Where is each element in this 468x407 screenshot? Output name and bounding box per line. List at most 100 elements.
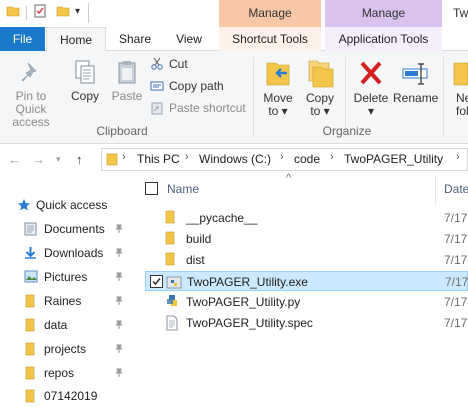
tab-shortcut-tools[interactable]: Shortcut Tools — [219, 27, 321, 51]
text-file-icon — [165, 315, 179, 334]
up-arrow-icon[interactable]: ↑ — [76, 152, 83, 167]
properties-icon[interactable] — [33, 4, 47, 21]
context-header-manage-application: Manage — [325, 0, 442, 27]
tab-share[interactable]: Share — [108, 27, 162, 51]
paste-label: Paste — [111, 89, 143, 103]
nav-item-downloads[interactable]: Downloads — [0, 242, 140, 264]
group-separator — [253, 57, 254, 137]
copy-button[interactable]: Copy — [66, 59, 104, 103]
file-name: TwoPAGER_Utility.exe — [187, 275, 308, 289]
breadcrumb-separator-icon[interactable]: › — [456, 151, 460, 163]
copy-path-button[interactable]: Copy path — [150, 77, 240, 95]
paste-button[interactable]: Paste — [108, 59, 146, 103]
nav-item-label: repos — [44, 366, 75, 380]
select-all-checkbox[interactable] — [145, 182, 158, 195]
file-name: __pycache__ — [186, 211, 258, 225]
back-arrow-icon[interactable]: ← — [8, 152, 21, 167]
file-name: TwoPAGER_Utility.spec — [186, 316, 313, 330]
nav-item-07142019[interactable]: 07142019 — [0, 385, 140, 407]
nav-item-label: Pictures — [44, 270, 88, 284]
delete-x-icon — [360, 61, 382, 85]
delete-dropdown-icon[interactable]: ▾ — [350, 105, 392, 118]
move-to-label-line2: to ▾ — [268, 104, 288, 118]
column-separator[interactable] — [435, 175, 436, 205]
copy-to-button[interactable]: Copy to ▾ — [301, 57, 339, 118]
nav-item-documents[interactable]: Documents — [0, 218, 140, 240]
pin-icon[interactable] — [115, 319, 123, 329]
delete-button[interactable]: Delete ▾ — [350, 57, 392, 118]
file-row-build[interactable]: build 7/17 — [145, 229, 468, 249]
folder-icon — [165, 252, 175, 269]
organize-group-label: Organize — [322, 124, 372, 138]
tab-home[interactable]: Home — [46, 27, 106, 52]
breadcrumb-separator-icon[interactable]: › — [185, 151, 189, 163]
paste-shortcut-button[interactable]: Paste shortcut — [150, 99, 250, 117]
breadcrumb-twopager-utility[interactable]: TwoPAGER_Utility — [344, 152, 443, 166]
breadcrumb-this-pc[interactable]: This PC — [137, 152, 180, 166]
documents-icon — [24, 222, 37, 239]
file-row-dist[interactable]: dist 7/17 — [145, 250, 468, 270]
pin-icon[interactable] — [115, 295, 123, 305]
forward-arrow-icon[interactable]: → — [32, 152, 45, 167]
rename-button[interactable]: Rename — [393, 57, 438, 105]
cut-button[interactable]: Cut — [150, 55, 230, 73]
breadcrumb-separator-icon[interactable]: › — [330, 151, 334, 163]
column-header-name[interactable]: Name — [167, 182, 199, 196]
group-separator — [443, 57, 444, 137]
pin-to-quick-access-button[interactable]: Pin to Quick access — [0, 59, 62, 129]
nav-item-raines[interactable]: Raines — [0, 290, 140, 312]
pin-icon[interactable] — [115, 223, 123, 233]
nav-item-data[interactable]: data — [0, 314, 140, 336]
breadcrumb-separator-icon[interactable]: › — [122, 151, 126, 163]
file-date: 7/17 — [444, 316, 468, 330]
sort-ascending-icon: ^ — [286, 172, 292, 184]
scissors-icon — [150, 57, 164, 76]
breadcrumb-code[interactable]: code — [294, 152, 320, 166]
row-checkbox[interactable] — [150, 275, 163, 288]
title-bar: ▾ Manage Manage Tw — [0, 0, 468, 27]
pin-icon[interactable] — [115, 271, 123, 281]
pin-icon[interactable] — [115, 367, 123, 377]
nav-quick-access-label: Quick access — [36, 198, 108, 212]
tab-view[interactable]: View — [164, 27, 214, 51]
folder-icon[interactable] — [6, 4, 20, 21]
breadcrumb-separator-icon[interactable]: › — [280, 151, 284, 163]
breadcrumb-windows-c[interactable]: Windows (C:) — [199, 152, 271, 166]
copy-path-label: Copy path — [169, 79, 224, 93]
clipboard-icon — [118, 61, 136, 84]
nav-item-pictures[interactable]: Pictures — [0, 266, 140, 288]
folder-icon — [25, 342, 35, 359]
window-title: Tw — [442, 0, 468, 27]
pin-icon — [21, 62, 37, 82]
file-date: 7/17 — [444, 295, 468, 309]
nav-item-label: Downloads — [44, 246, 104, 260]
file-row-pycache[interactable]: __pycache__ 7/17 — [145, 208, 468, 228]
copy-folder-icon — [308, 60, 334, 88]
pictures-icon — [24, 270, 38, 286]
folder-icon — [25, 294, 35, 311]
file-row-spec[interactable]: TwoPAGER_Utility.spec 7/17 — [145, 313, 468, 333]
column-header-date[interactable]: Date — [444, 182, 468, 196]
nav-quick-access[interactable]: Quick access — [0, 194, 140, 216]
copy-to-label-line2-text: to — [310, 104, 321, 118]
new-folder-button[interactable]: Ne fol — [450, 57, 468, 118]
tab-application-tools[interactable]: Application Tools — [325, 27, 442, 51]
nav-item-projects[interactable]: projects — [0, 338, 140, 360]
file-row-py[interactable]: TwoPAGER_Utility.py 7/17 — [145, 292, 468, 312]
address-bar[interactable]: › This PC › Windows (C:) › code › TwoPAG… — [101, 148, 468, 171]
file-date: 7/17 — [444, 253, 468, 267]
exe-python-icon — [166, 274, 182, 293]
navigation-pane: Quick access Documents Downloads Picture… — [0, 175, 140, 403]
customize-qat-icon[interactable]: ▾ — [75, 6, 80, 17]
python-file-icon — [165, 294, 181, 313]
file-row-exe[interactable]: TwoPAGER_Utility.exe 7/17 — [145, 271, 468, 291]
new-folder-label-line2: fol — [456, 104, 468, 118]
folder-icon — [106, 153, 118, 169]
pin-icon[interactable] — [115, 343, 123, 353]
nav-item-repos[interactable]: repos — [0, 362, 140, 384]
pin-icon[interactable] — [115, 247, 123, 257]
move-to-button[interactable]: Move to ▾ — [259, 57, 297, 118]
new-folder-icon[interactable] — [56, 4, 70, 21]
recent-locations-icon[interactable]: ▾ — [56, 154, 61, 165]
tab-file[interactable]: File — [0, 27, 45, 51]
